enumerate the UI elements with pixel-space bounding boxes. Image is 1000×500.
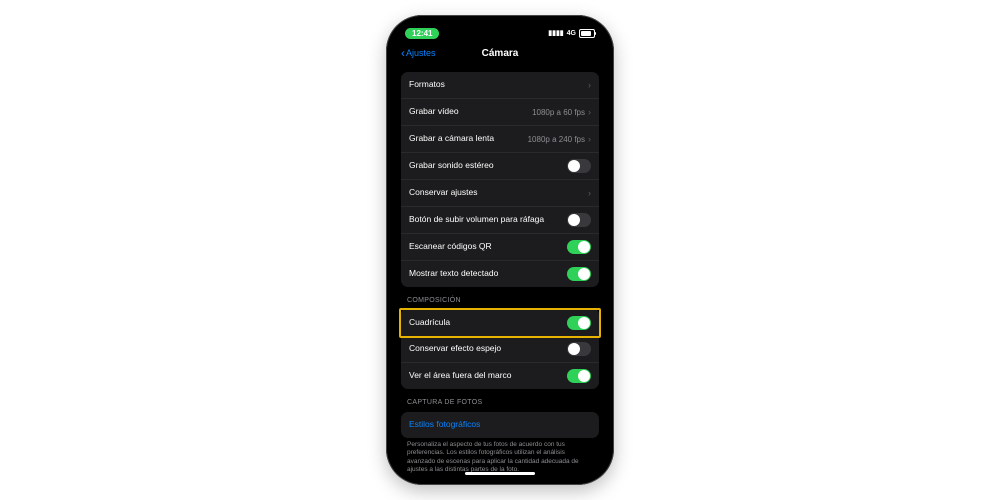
signal-icon: ▮▮▮▮ <box>548 29 563 37</box>
row-label: Cuadrícula <box>409 318 567 328</box>
chevron-right-icon: › <box>588 107 591 117</box>
row-texto-detectado: Mostrar texto detectado <box>401 261 599 287</box>
row-formatos[interactable]: Formatos › <box>401 72 599 99</box>
row-boton-rafaga: Botón de subir volumen para ráfaga <box>401 207 599 234</box>
row-label: Mostrar texto detectado <box>409 269 567 279</box>
row-label: Ver el área fuera del marco <box>409 371 567 381</box>
chevron-left-icon: ‹ <box>401 47 405 59</box>
row-cuadricula: Cuadrícula <box>401 310 599 336</box>
back-label: Ajustes <box>406 48 436 58</box>
row-label: Conservar ajustes <box>409 188 585 198</box>
chevron-right-icon: › <box>588 134 591 144</box>
row-camara-lenta[interactable]: Grabar a cámara lenta 1080p a 240 fps› <box>401 126 599 153</box>
group-header-composicion: Composición <box>407 297 593 304</box>
highlight-box: Cuadrícula <box>399 308 601 338</box>
network-label: 4G <box>567 30 576 37</box>
time-pill: 12:41 <box>405 28 439 39</box>
row-label: Estilos fotográficos <box>409 420 591 430</box>
row-label: Grabar vídeo <box>409 107 532 117</box>
row-efecto-espejo: Conservar efecto espejo <box>401 336 599 363</box>
group-header-captura: Captura de fotos <box>407 399 593 406</box>
toggle-escanear-qr[interactable] <box>567 240 591 254</box>
battery-icon <box>579 29 595 38</box>
back-button[interactable]: ‹ Ajustes <box>401 47 436 59</box>
toggle-boton-rafaga[interactable] <box>567 213 591 227</box>
notch <box>456 22 544 37</box>
row-label: Conservar efecto espejo <box>409 344 567 354</box>
row-conservar-ajustes[interactable]: Conservar ajustes › <box>401 180 599 207</box>
toggle-area-fuera-marco[interactable] <box>567 369 591 383</box>
status-icons: ▮▮▮▮ 4G <box>548 29 595 38</box>
row-escanear-qr: Escanear códigos QR <box>401 234 599 261</box>
row-label: Botón de subir volumen para ráfaga <box>409 215 567 225</box>
toggle-efecto-espejo[interactable] <box>567 342 591 356</box>
home-indicator[interactable] <box>465 472 535 475</box>
row-label: Formatos <box>409 80 585 90</box>
row-detail: 1080p a 240 fps <box>528 135 585 144</box>
group-main: Formatos › Grabar vídeo 1080p a 60 fps› … <box>401 72 599 287</box>
group-composicion: Cuadrícula Conservar efecto espejo Ver e… <box>401 308 599 389</box>
content-scroll[interactable]: Formatos › Grabar vídeo 1080p a 60 fps› … <box>393 66 607 478</box>
toggle-texto-detectado[interactable] <box>567 267 591 281</box>
nav-bar: ‹ Ajustes Cámara <box>393 42 607 64</box>
phone-frame: 12:41 ▮▮▮▮ 4G ‹ Ajustes Cámara Formatos <box>386 15 614 485</box>
row-detail: 1080p a 60 fps <box>532 108 585 117</box>
row-area-fuera-marco: Ver el área fuera del marco <box>401 363 599 389</box>
toggle-cuadricula[interactable] <box>567 316 591 330</box>
row-label: Grabar sonido estéreo <box>409 161 567 171</box>
row-label: Grabar a cámara lenta <box>409 134 528 144</box>
row-estilos-fotograficos[interactable]: Estilos fotográficos <box>401 412 599 438</box>
row-label: Escanear códigos QR <box>409 242 567 252</box>
group-captura: Estilos fotográficos <box>401 412 599 438</box>
group-footer-captura: Personaliza el aspecto de tus fotos de a… <box>407 441 593 475</box>
row-sonido-estereo: Grabar sonido estéreo <box>401 153 599 180</box>
page-title: Cámara <box>482 48 519 59</box>
chevron-right-icon: › <box>588 80 591 90</box>
screen: 12:41 ▮▮▮▮ 4G ‹ Ajustes Cámara Formatos <box>393 22 607 478</box>
row-grabar-video[interactable]: Grabar vídeo 1080p a 60 fps› <box>401 99 599 126</box>
chevron-right-icon: › <box>588 188 591 198</box>
toggle-sonido-estereo[interactable] <box>567 159 591 173</box>
